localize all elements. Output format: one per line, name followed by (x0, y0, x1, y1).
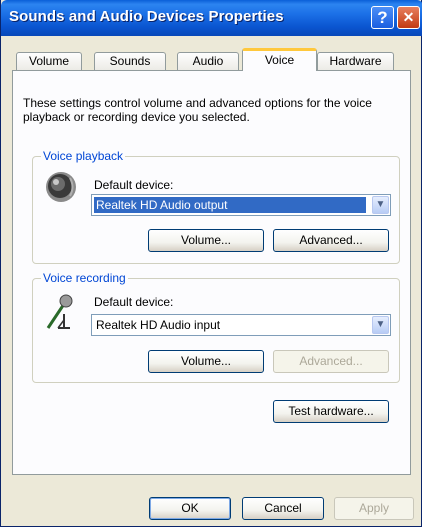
recording-volume-button[interactable]: Volume... (148, 350, 264, 373)
voice-playback-legend: Voice playback (41, 149, 126, 163)
help-button[interactable]: ? (371, 6, 394, 29)
tab-audio[interactable]: Audio (177, 52, 239, 70)
help-icon: ? (377, 8, 388, 27)
playback-default-device-label: Default device: (94, 178, 174, 192)
tab-sounds[interactable]: Sounds (94, 52, 166, 70)
recording-device-value: Realtek HD Audio input (96, 318, 221, 332)
tab-hardware[interactable]: Hardware (317, 52, 394, 70)
tab-voice[interactable]: Voice (242, 48, 317, 71)
chevron-down-icon[interactable]: ▼ (372, 196, 389, 214)
recording-advanced-button: Advanced... (273, 350, 389, 373)
apply-button: Apply (334, 497, 414, 520)
tab-volume[interactable]: Volume (16, 52, 82, 70)
dialog-window: Sounds and Audio Devices Properties ? ✕ … (0, 0, 422, 527)
window-title: Sounds and Audio Devices Properties (9, 8, 284, 25)
recording-default-device-label: Default device: (94, 295, 174, 309)
playback-volume-button[interactable]: Volume... (148, 229, 264, 252)
playback-device-select[interactable]: Realtek HD Audio output ▼ (91, 194, 391, 216)
playback-advanced-button[interactable]: Advanced... (273, 229, 389, 252)
ok-button[interactable]: OK (149, 497, 231, 520)
tab-strip: Volume Sounds Audio Voice Hardware (1, 40, 422, 71)
speaker-icon (46, 172, 76, 202)
playback-device-value: Realtek HD Audio output (94, 197, 366, 213)
test-hardware-button[interactable]: Test hardware... (273, 400, 389, 423)
cancel-button[interactable]: Cancel (242, 497, 324, 520)
recording-device-select[interactable]: Realtek HD Audio input ▼ (91, 314, 391, 336)
description-text: These settings control volume and advanc… (23, 96, 372, 124)
title-bar[interactable]: Sounds and Audio Devices Properties ? ✕ (1, 0, 422, 36)
microphone-icon (46, 294, 73, 329)
voice-recording-legend: Voice recording (41, 271, 128, 285)
chevron-down-icon[interactable]: ▼ (372, 316, 389, 334)
close-icon: ✕ (402, 9, 415, 25)
close-button[interactable]: ✕ (397, 6, 420, 29)
